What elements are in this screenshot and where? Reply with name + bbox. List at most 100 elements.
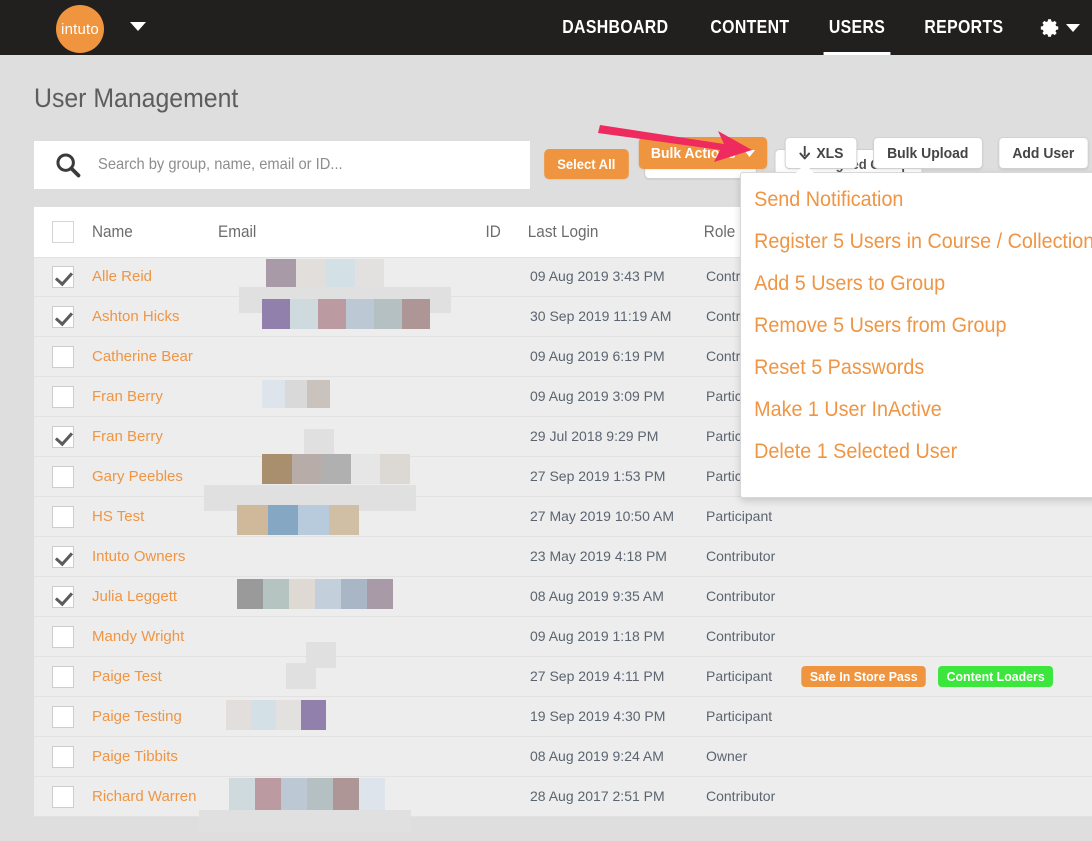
menu-item-remove-users-from-group[interactable]: Remove 5 Users from Group: [741, 305, 1092, 347]
select-all-checkbox[interactable]: [52, 221, 74, 243]
user-name-link[interactable]: Catherine Bear: [92, 348, 218, 366]
row-select-checkbox[interactable]: [52, 546, 74, 568]
page-body: User Management Select All Show Inactive…: [0, 55, 1092, 841]
nav-item-content[interactable]: CONTENT: [709, 0, 792, 55]
row-select-checkbox[interactable]: [52, 306, 74, 328]
row-select-cell: [34, 346, 92, 368]
nav-item-users[interactable]: USERS: [827, 0, 887, 55]
group-tag[interactable]: Safe In Store Pass: [801, 666, 926, 687]
user-role-cell: Participant: [684, 668, 778, 686]
column-header-id[interactable]: ID: [452, 222, 508, 242]
user-name-link[interactable]: Fran Berry: [92, 388, 218, 406]
row-select-checkbox[interactable]: [52, 506, 74, 528]
account-switcher-chevron-down-icon[interactable]: [130, 22, 146, 31]
user-name-link-text: Mandy Wright: [92, 628, 184, 645]
user-name-link[interactable]: Mandy Wright: [92, 628, 218, 646]
user-last-login-cell-text: 28 Aug 2017 2:51 PM: [530, 788, 665, 804]
row-select-checkbox[interactable]: [52, 386, 74, 408]
nav-links: DASHBOARD CONTENT USERS REPORTS: [553, 0, 1080, 55]
user-name-link[interactable]: Gary Peebles: [92, 468, 218, 486]
user-name-link-text: Paige Tibbits: [92, 748, 178, 765]
settings-menu[interactable]: [1039, 17, 1080, 39]
menu-item-send-notification[interactable]: Send Notification: [741, 179, 1092, 221]
row-select-checkbox[interactable]: [52, 746, 74, 768]
user-role-cell: Participant: [684, 708, 778, 726]
row-select-checkbox[interactable]: [52, 626, 74, 648]
user-name-link[interactable]: Julia Leggett: [92, 588, 218, 606]
user-last-login-cell-text: 27 May 2019 10:50 AM: [530, 508, 674, 524]
user-name-link-text: Fran Berry: [92, 388, 163, 405]
intuto-logo[interactable]: intuto: [56, 5, 104, 53]
user-last-login-cell: 27 Sep 2019 4:11 PM: [508, 668, 684, 686]
column-header-name[interactable]: Name: [92, 222, 205, 242]
row-select-checkbox[interactable]: [52, 666, 74, 688]
user-name-link-text: Intuto Owners: [92, 548, 185, 565]
row-select-checkbox[interactable]: [52, 706, 74, 728]
row-select-cell: [34, 626, 92, 648]
table-row[interactable]: Julia Leggett08 Aug 2019 9:35 AMContribu…: [34, 577, 1092, 617]
top-navigation-bar: intuto DASHBOARD CONTENT USERS REPORTS: [0, 0, 1092, 55]
user-last-login-cell-text: 27 Sep 2019 4:11 PM: [530, 668, 664, 684]
user-name-link[interactable]: Ashton Hicks: [92, 308, 218, 326]
table-row[interactable]: HS Test27 May 2019 10:50 AMParticipant: [34, 497, 1092, 537]
row-select-cell: [34, 666, 92, 688]
header-select-all-cell: [34, 221, 92, 243]
group-tag[interactable]: Content Loaders: [938, 666, 1053, 687]
user-role-cell: Contributor: [684, 628, 778, 646]
table-row[interactable]: Paige Test 27 Sep 2019 4:11 PM Participant…: [34, 657, 1092, 697]
search-input[interactable]: [98, 156, 495, 174]
user-name-link[interactable]: Fran Berry: [92, 428, 218, 446]
nav-item-reports[interactable]: REPORTS: [923, 0, 1006, 55]
user-name-link[interactable]: Richard Warren: [92, 788, 218, 806]
menu-item-make-user-inactive[interactable]: Make 1 User InActive: [741, 389, 1092, 431]
user-name-link-text: Fran Berry: [92, 428, 163, 445]
user-last-login-cell-text: 09 Aug 2019 6:19 PM: [530, 348, 665, 364]
row-select-checkbox[interactable]: [52, 586, 74, 608]
user-name-link-text: Alle Reid: [92, 268, 152, 285]
row-select-cell: [34, 266, 92, 288]
row-select-checkbox[interactable]: [52, 466, 74, 488]
menu-item-register-users-in-course[interactable]: Register 5 Users in Course / Collection: [741, 221, 1092, 263]
row-select-checkbox[interactable]: [52, 266, 74, 288]
user-groups-cell: Safe In Store Pass Content Loaders: [778, 666, 1092, 687]
add-user-button[interactable]: Add User: [999, 137, 1089, 169]
row-select-checkbox[interactable]: [52, 426, 74, 448]
user-role-cell-text: Contributor: [706, 548, 775, 564]
user-last-login-cell-text: 30 Sep 2019 11:19 AM: [530, 308, 671, 324]
row-select-checkbox[interactable]: [52, 786, 74, 808]
table-row[interactable]: Intuto Owners 23 May 2019 4:18 PM Contribu…: [34, 537, 1092, 577]
user-name-link-text: Paige Test: [92, 668, 162, 685]
user-name-link[interactable]: Paige Tibbits: [92, 748, 218, 766]
column-header-email[interactable]: Email: [218, 222, 423, 242]
user-name-link[interactable]: Paige Testing: [92, 708, 218, 726]
table-row[interactable]: Paige Tibbits08 Aug 2019 9:24 AMOwner: [34, 737, 1092, 777]
user-last-login-cell-text: 27 Sep 2019 1:53 PM: [530, 468, 665, 484]
user-last-login-cell: 29 Jul 2018 9:29 PM: [508, 428, 684, 446]
user-name-link[interactable]: HS Test: [92, 508, 218, 526]
user-last-login-cell: 23 May 2019 4:18 PM: [508, 548, 684, 566]
user-last-login-cell: 09 Aug 2019 6:19 PM: [508, 348, 684, 366]
user-name-link-text: Ashton Hicks: [92, 308, 180, 325]
app-root: intuto DASHBOARD CONTENT USERS REPORTS U…: [0, 0, 1092, 841]
user-last-login-cell-text: 29 Jul 2018 9:29 PM: [530, 428, 658, 444]
nav-item-dashboard[interactable]: DASHBOARD: [560, 0, 670, 55]
menu-item-delete-selected-user[interactable]: Delete 1 Selected User: [741, 431, 1092, 473]
user-name-link[interactable]: Intuto Owners: [92, 548, 218, 566]
user-last-login-cell: 19 Sep 2019 4:30 PM: [508, 708, 684, 726]
menu-item-add-users-to-group[interactable]: Add 5 Users to Group: [741, 263, 1092, 305]
table-row[interactable]: Richard Warren28 Aug 2017 2:51 PMContrib…: [34, 777, 1092, 817]
menu-item-reset-passwords[interactable]: Reset 5 Passwords: [741, 347, 1092, 389]
user-name-link[interactable]: Paige Test: [92, 668, 218, 686]
gear-icon: [1039, 17, 1061, 39]
user-name-link[interactable]: Alle Reid: [92, 268, 218, 286]
table-row[interactable]: Mandy Wright09 Aug 2019 1:18 PMContribut…: [34, 617, 1092, 657]
table-row[interactable]: Paige Testing 19 Sep 2019 4:30 PMParticip…: [34, 697, 1092, 737]
column-header-last-login[interactable]: Last Login: [508, 222, 666, 242]
settings-chevron-down-icon: [1066, 24, 1080, 32]
row-select-cell: [34, 586, 92, 608]
bulk-upload-button[interactable]: Bulk Upload: [873, 137, 982, 169]
xls-label: XLS: [816, 145, 843, 162]
search-bar[interactable]: [34, 141, 530, 189]
row-select-checkbox[interactable]: [52, 346, 74, 368]
row-select-cell: [34, 506, 92, 528]
